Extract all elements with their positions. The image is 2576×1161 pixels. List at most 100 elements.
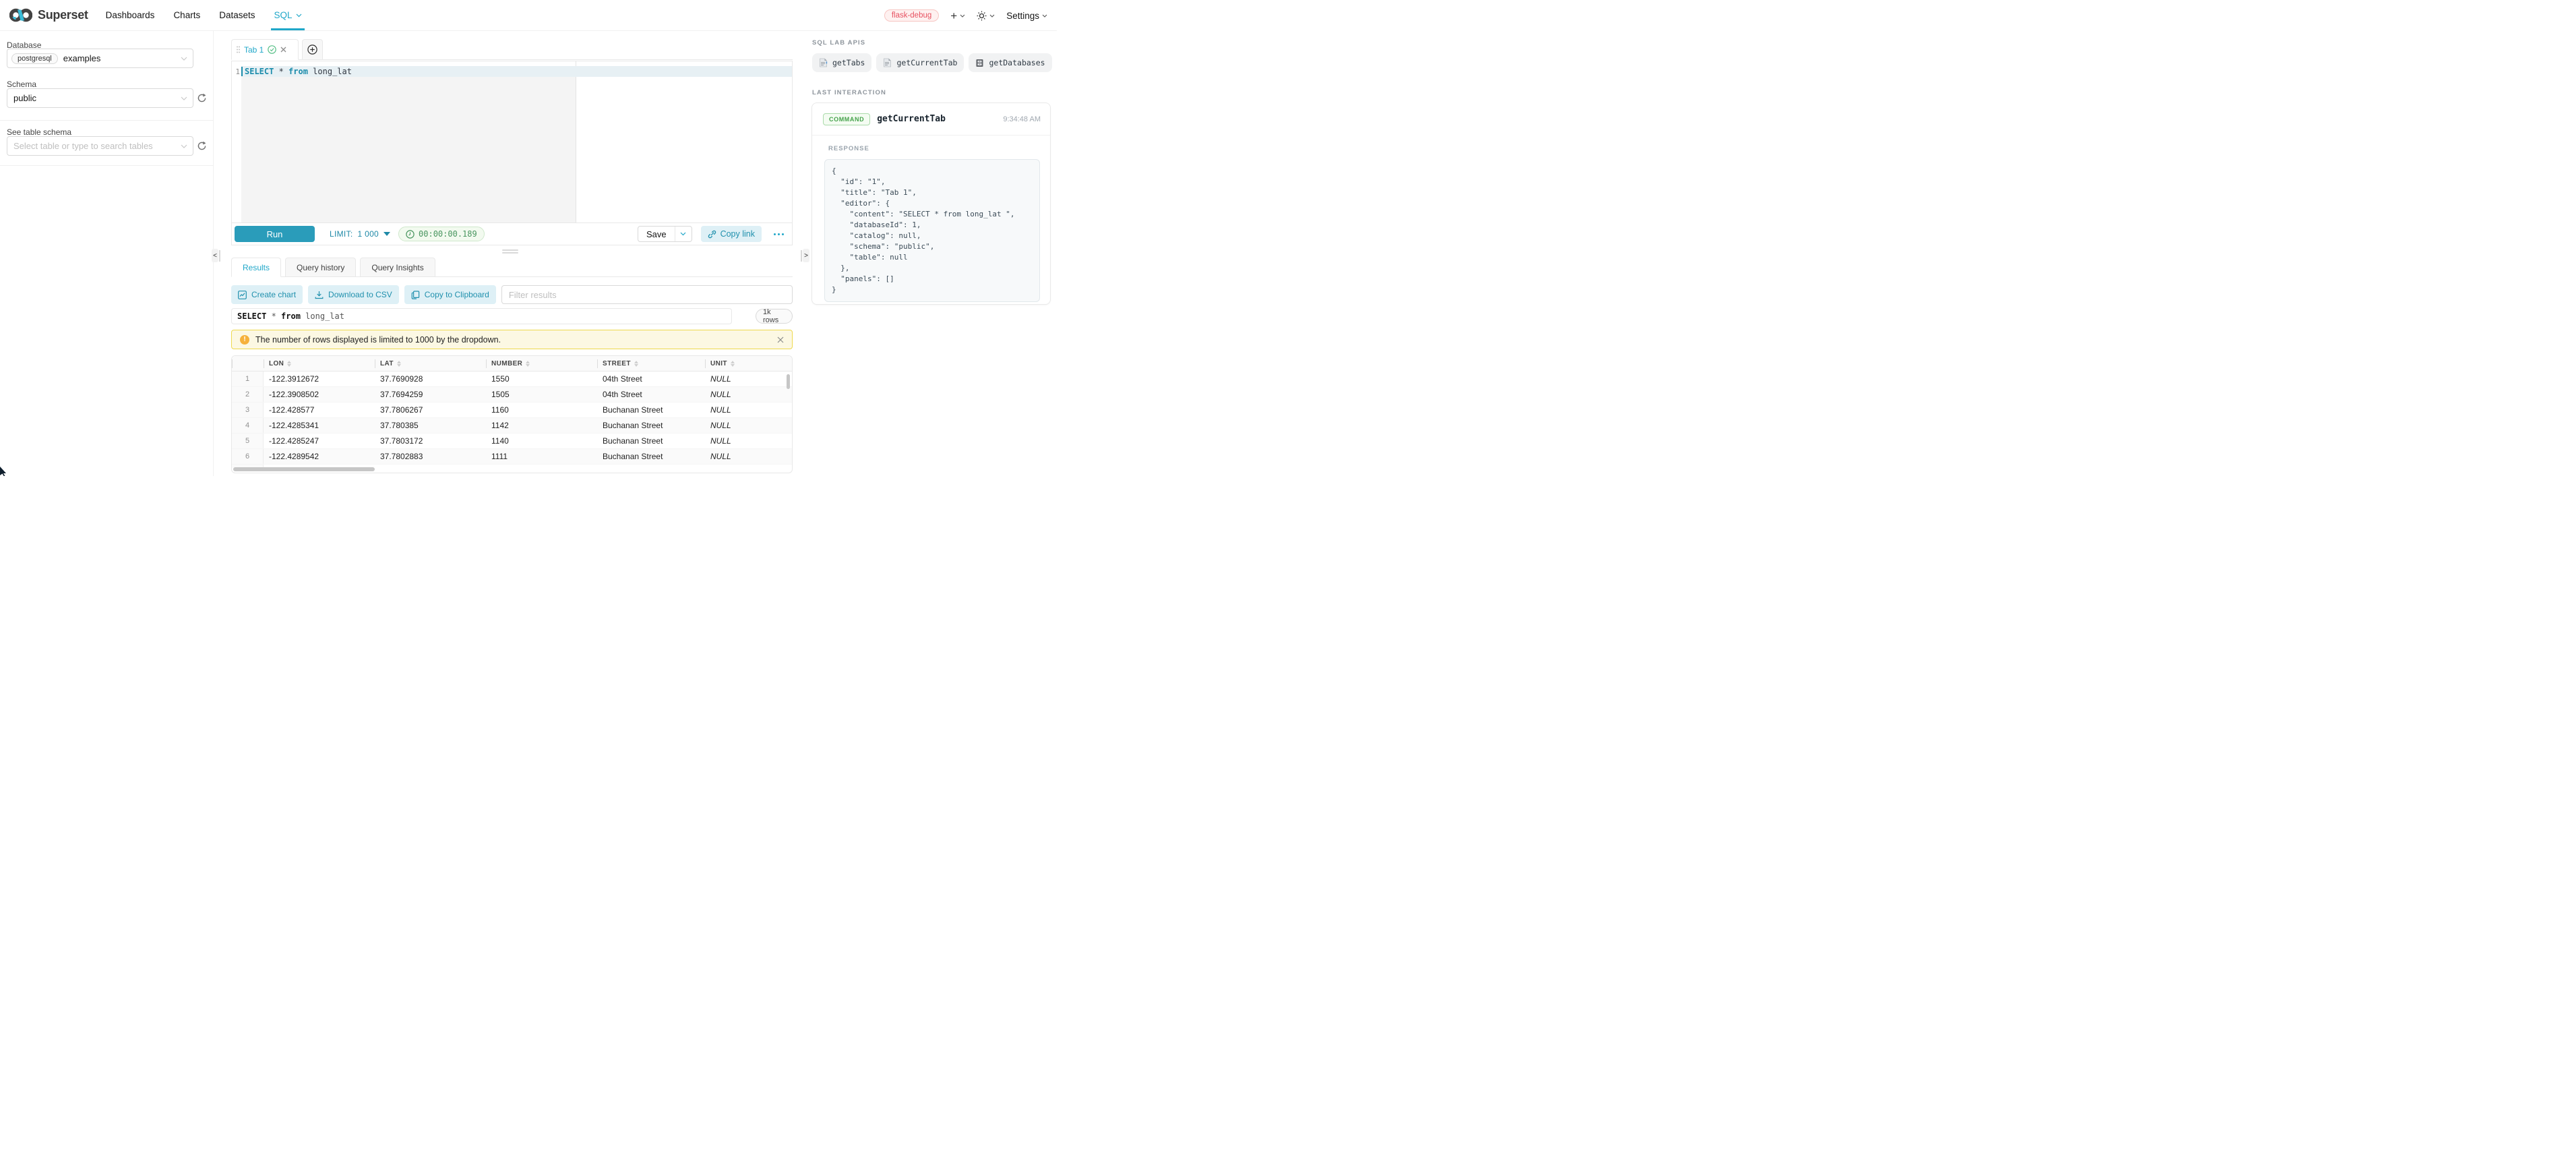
tab-query-insights[interactable]: Query Insights <box>360 258 435 277</box>
close-icon[interactable] <box>777 336 784 343</box>
chevron-down-icon <box>181 57 187 61</box>
sort-icon <box>287 361 291 367</box>
text-caret <box>241 67 243 76</box>
row-limit-alert: ! The number of rows displayed is limite… <box>231 330 793 349</box>
main-panel: Tab 1 1 <box>214 31 811 476</box>
elapsed-value: 00:00:00.189 <box>419 229 477 239</box>
table-row: 2 -122.3908502 37.7694259 1505 04th Stre… <box>232 387 792 403</box>
save-options-button[interactable] <box>675 227 692 241</box>
chart-icon <box>238 291 247 299</box>
api-buttons: getTabs getCurrentTab getDatabas <box>812 53 1052 72</box>
sql-code-line: SELECT * from long_lat <box>245 67 352 76</box>
editor-tabbar: Tab 1 <box>231 38 793 60</box>
create-chart-button[interactable]: Create chart <box>231 285 303 304</box>
column-header-lon[interactable]: LON <box>264 356 375 371</box>
panel-splitter-handle[interactable] <box>502 249 518 255</box>
filter-results-input[interactable] <box>501 285 793 304</box>
copy-link-button[interactable]: Copy link <box>701 226 762 242</box>
horizontal-scrollbar[interactable] <box>233 467 375 471</box>
editor-gutter: 1 <box>232 61 241 224</box>
save-button-group: Save <box>638 226 692 242</box>
tab-title: Tab 1 <box>244 45 264 55</box>
tab-query-history[interactable]: Query history <box>285 258 356 277</box>
last-interaction-title: LAST INTERACTION <box>812 89 886 96</box>
nav-datasets[interactable]: Datasets <box>219 0 255 30</box>
column-header-street[interactable]: STREET <box>597 356 705 371</box>
nav-dashboards[interactable]: Dashboards <box>106 0 155 30</box>
schema-select[interactable]: public <box>7 88 193 108</box>
theme-menu[interactable] <box>977 11 995 21</box>
collapse-left-panel-button[interactable]: < <box>212 249 218 262</box>
clock-icon <box>406 230 415 239</box>
copy-clipboard-button[interactable]: Copy to Clipboard <box>404 285 496 304</box>
get-databases-button[interactable]: getDatabases <box>969 53 1051 72</box>
results-actions: Create chart Download to CSV Copy to <box>231 285 793 304</box>
command-name: getCurrentTab <box>877 114 946 124</box>
superset-logo[interactable]: Superset <box>9 7 88 23</box>
chevron-down-icon <box>296 13 302 18</box>
sql-editor[interactable]: 1 SELECT * from long_lat <box>232 61 792 224</box>
more-options-icon[interactable] <box>772 231 785 238</box>
nav-charts[interactable]: Charts <box>173 0 200 30</box>
navbar: Superset Dashboards Charts Datasets SQL … <box>0 0 1057 31</box>
refresh-tables-icon[interactable] <box>197 141 207 151</box>
brand-name: Superset <box>38 8 88 22</box>
navbar-right: flask-debug + Settings <box>884 0 1047 31</box>
response-label: RESPONSE <box>828 145 1050 152</box>
table-header-row: LON LAT NUMBER STREET UNIT <box>232 356 792 371</box>
check-circle-icon <box>268 45 276 54</box>
save-button[interactable]: Save <box>638 227 675 241</box>
alert-message: The number of rows displayed is limited … <box>255 335 501 345</box>
refresh-schemas-icon[interactable] <box>197 93 207 103</box>
new-tab-button[interactable] <box>302 39 323 60</box>
sql-lab-app: Superset Dashboards Charts Datasets SQL … <box>0 0 1057 476</box>
column-header-lat[interactable]: LAT <box>375 356 486 371</box>
column-header-number[interactable]: NUMBER <box>486 356 597 371</box>
download-csv-button[interactable]: Download to CSV <box>308 285 399 304</box>
column-header-unit[interactable]: UNIT <box>705 356 792 371</box>
nav-sql[interactable]: SQL <box>274 0 301 30</box>
editor-tab-1[interactable]: Tab 1 <box>231 39 299 60</box>
tab-results[interactable]: Results <box>231 258 281 277</box>
main-nav: Dashboards Charts Datasets SQL <box>106 0 302 30</box>
limit-dropdown[interactable]: LIMIT: 1 000 <box>330 229 390 239</box>
last-interaction-card: COMMAND getCurrentTab 9:34:48 AM RESPONS… <box>811 102 1051 305</box>
limit-value: 1 000 <box>357 229 379 239</box>
divider <box>0 165 214 166</box>
get-tabs-button[interactable]: getTabs <box>812 53 871 72</box>
warning-icon: ! <box>240 335 249 345</box>
elapsed-timer: 00:00:00.189 <box>398 227 485 241</box>
right-splitter-drag-bar[interactable] <box>801 250 802 262</box>
collapse-right-panel-button[interactable]: > <box>803 249 809 262</box>
chevron-down-icon <box>181 96 187 100</box>
sort-icon <box>526 361 530 367</box>
chevron-down-icon <box>680 232 686 236</box>
database-select[interactable]: postgresql examples <box>7 49 193 68</box>
new-item-menu[interactable]: + <box>950 10 965 22</box>
drag-handle-icon <box>237 46 240 53</box>
left-splitter-drag-bar[interactable] <box>219 250 220 262</box>
apis-panel-title: SQL LAB APIS <box>812 39 865 47</box>
get-current-tab-button[interactable]: getCurrentTab <box>876 53 964 72</box>
table-row: 1 -122.3912672 37.7690928 1550 04th Stre… <box>232 371 792 387</box>
chevron-down-icon <box>989 14 995 18</box>
query-preview: SELECT * from long_lat <box>231 308 732 324</box>
sql-editor-card: 1 SELECT * from long_lat Run LIMIT: 1 00… <box>231 61 793 245</box>
close-icon[interactable] <box>280 47 286 53</box>
download-icon <box>315 291 324 299</box>
plus-circle-icon <box>307 44 317 55</box>
superset-logo-icon <box>9 7 32 23</box>
line-number: 1 <box>235 67 240 76</box>
sidebar: Database postgresql examples Schema publ… <box>0 31 214 476</box>
table-select[interactable]: Select table or type to search tables <box>7 136 193 156</box>
settings-label: Settings <box>1006 11 1039 21</box>
interaction-timestamp: 9:34:48 AM <box>1003 115 1041 123</box>
sort-icon <box>634 361 638 367</box>
settings-menu[interactable]: Settings <box>1006 11 1047 21</box>
mouse-cursor <box>0 467 8 476</box>
row-count-badge: 1k rows <box>756 309 793 324</box>
active-line: SELECT * from long_lat <box>241 66 792 77</box>
copy-icon <box>411 291 420 299</box>
vertical-scrollbar[interactable] <box>787 374 790 389</box>
run-button[interactable]: Run <box>235 226 315 242</box>
